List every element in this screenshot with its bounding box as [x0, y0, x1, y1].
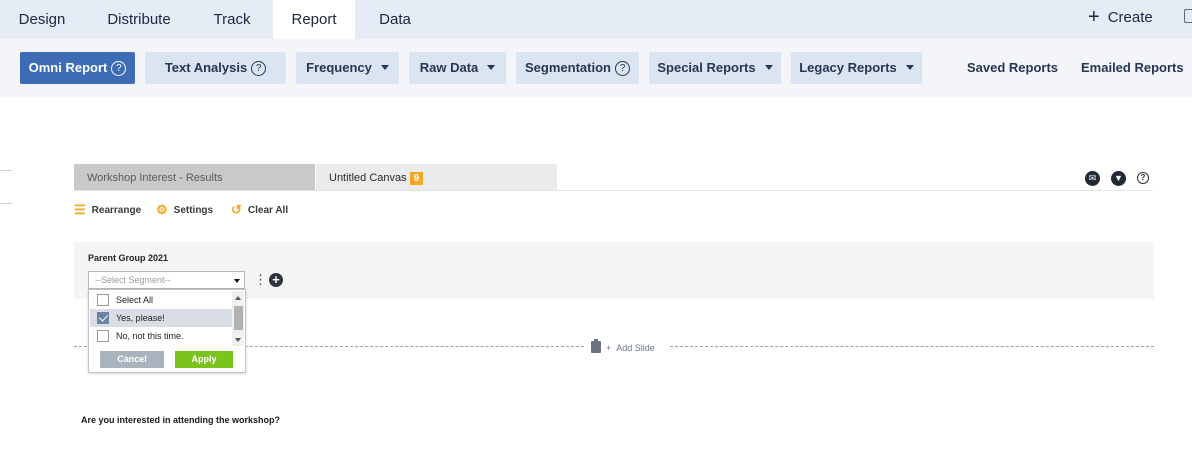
- clear-all-label: Clear All: [247, 205, 289, 216]
- rearrange-icon: ☰: [74, 202, 86, 217]
- question-title: Are you interested in attending the work…: [81, 415, 281, 425]
- omni-report-button[interactable]: Omni Report?: [20, 52, 135, 84]
- mail-icon[interactable]: ✉: [1085, 171, 1100, 186]
- text-analysis-label: Text Analysis: [164, 60, 248, 75]
- raw-data-label: Raw Data: [419, 60, 479, 75]
- divider: [0, 170, 12, 171]
- dropdown-option-select-all[interactable]: Select All: [90, 291, 232, 309]
- option-label: Select All: [116, 295, 154, 305]
- tab-data[interactable]: Data: [355, 0, 435, 39]
- tab-untitled-canvas[interactable]: Untitled Canvas 9: [316, 164, 557, 190]
- segment-select-placeholder: --Select Segment--: [95, 275, 171, 285]
- cancel-button[interactable]: Cancel: [100, 351, 164, 368]
- tab-track[interactable]: Track: [194, 0, 270, 39]
- tab-design[interactable]: Design: [0, 0, 84, 39]
- dropdown-option-yes[interactable]: Yes, please!: [90, 309, 232, 327]
- option-label: Yes, please!: [116, 313, 165, 323]
- slide-count-badge: 9: [409, 172, 424, 185]
- canvas-tab-label: Untitled Canvas: [329, 172, 407, 184]
- divider: [0, 203, 12, 204]
- tab-workshop-interest-results[interactable]: Workshop Interest - Results: [74, 164, 315, 190]
- segment-dropdown: Select All Yes, please! No, not this tim…: [88, 289, 246, 373]
- dropdown-option-no[interactable]: No, not this time.: [90, 327, 232, 345]
- caret-down-icon: [905, 65, 914, 70]
- download-icon[interactable]: ▼: [1111, 171, 1126, 186]
- segmentation-button[interactable]: Segmentation?: [516, 52, 639, 84]
- caret-down-icon: [487, 65, 496, 70]
- rearrange-label: Rearrange: [91, 205, 142, 216]
- scroll-down-icon[interactable]: [235, 338, 241, 342]
- frequency-label: Frequency: [306, 60, 372, 75]
- dropdown-scrollbar[interactable]: [232, 291, 244, 346]
- report-toolbar: Omni Report? Text Analysis? Frequency Ra…: [0, 39, 1192, 97]
- divider: [670, 346, 1154, 347]
- segment-select[interactable]: --Select Segment--: [88, 271, 245, 289]
- segmentation-label: Segmentation: [525, 60, 611, 75]
- special-reports-dropdown[interactable]: Special Reports: [649, 52, 781, 84]
- help-icon[interactable]: ?: [251, 61, 267, 76]
- checkbox-icon[interactable]: [97, 294, 109, 306]
- kebab-icon[interactable]: ⋮: [254, 273, 267, 286]
- frequency-dropdown[interactable]: Frequency: [296, 52, 399, 84]
- raw-data-dropdown[interactable]: Raw Data: [409, 52, 506, 84]
- legacy-reports-dropdown[interactable]: Legacy Reports: [791, 52, 922, 84]
- caret-down-icon: [380, 65, 389, 70]
- checkbox-icon[interactable]: [97, 330, 109, 342]
- caret-down-icon: [234, 279, 240, 283]
- divider: [74, 190, 1153, 191]
- special-reports-label: Special Reports: [657, 60, 756, 75]
- settings-button[interactable]: ⚙ Settings: [156, 202, 214, 217]
- caret-down-icon: [764, 65, 773, 70]
- clear-all-button[interactable]: ↺ Clear All: [231, 202, 289, 217]
- text-analysis-button[interactable]: Text Analysis?: [145, 52, 286, 84]
- top-nav: Design Distribute Track Report Data + Cre…: [0, 0, 1192, 39]
- add-segment-button[interactable]: +: [269, 273, 283, 287]
- option-label: No, not this time.: [116, 331, 184, 341]
- reset-icon: ↺: [231, 202, 242, 217]
- plus-icon: +: [606, 343, 617, 353]
- gear-icon: ⚙: [156, 202, 168, 217]
- plus-icon: +: [1088, 6, 1100, 28]
- help-icon[interactable]: ?: [1137, 172, 1149, 184]
- create-label: Create: [1107, 9, 1153, 26]
- legacy-reports-label: Legacy Reports: [799, 60, 897, 75]
- saved-reports-link[interactable]: Saved Reports: [967, 52, 1058, 84]
- checkbox-icon[interactable]: [97, 312, 109, 324]
- add-slide-button[interactable]: + Add Slide: [591, 339, 655, 353]
- segment-group-title: Parent Group 2021: [88, 253, 169, 263]
- apply-button[interactable]: Apply: [175, 351, 233, 368]
- scrollbar-thumb[interactable]: [234, 306, 243, 330]
- help-icon[interactable]: ?: [614, 61, 630, 76]
- create-button[interactable]: + Create: [1088, 0, 1153, 32]
- emailed-reports-link[interactable]: Emailed Reports: [1081, 52, 1184, 84]
- sidebar-toggle-icon[interactable]: [1184, 9, 1192, 23]
- rearrange-button[interactable]: ☰ Rearrange: [74, 202, 142, 217]
- tab-distribute[interactable]: Distribute: [84, 0, 194, 39]
- tab-report[interactable]: Report: [273, 0, 355, 39]
- help-icon[interactable]: ?: [111, 61, 127, 76]
- app-page: Design Distribute Track Report Data + Cre…: [0, 0, 1192, 452]
- add-slide-label: Add Slide: [616, 343, 655, 353]
- omni-report-label: Omni Report: [28, 60, 108, 75]
- clipboard-icon: [591, 339, 601, 353]
- settings-label: Settings: [173, 205, 214, 216]
- scroll-up-icon[interactable]: [235, 296, 241, 300]
